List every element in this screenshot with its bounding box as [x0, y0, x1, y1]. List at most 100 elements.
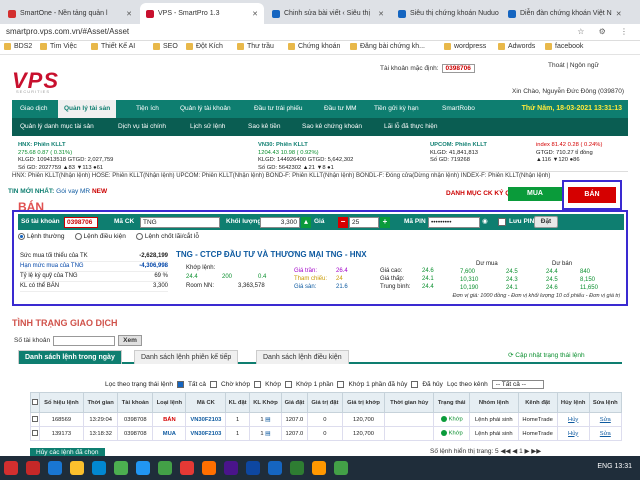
news-link[interactable]: Gói vay MR: [56, 188, 90, 195]
bookmark-item[interactable]: wordpress: [444, 43, 486, 50]
default-account-value[interactable]: 0398706: [441, 64, 475, 73]
eye-icon[interactable]: ◉: [482, 214, 488, 230]
submenu-sao-ke-ck[interactable]: Sao kê chứng khoán: [302, 118, 362, 136]
app-icon[interactable]: [290, 461, 304, 475]
folder-icon: [91, 43, 98, 50]
bookmark-item[interactable]: Thư trầu: [237, 43, 274, 50]
submenu-lai-lo[interactable]: Lãi lỗ đã thực hiện: [384, 118, 438, 136]
detail-icon[interactable]: ▤: [264, 417, 270, 423]
app-icon[interactable]: [334, 461, 348, 475]
menu-tien-ich[interactable]: Tiện ích: [130, 100, 165, 118]
quantity-up-icon[interactable]: ▴: [301, 217, 311, 228]
radio-lenh-thuong[interactable]: Lệnh thường: [18, 233, 65, 240]
price-input[interactable]: 25: [349, 217, 379, 228]
app-icon[interactable]: [26, 461, 40, 475]
close-icon[interactable]: ✕: [248, 10, 258, 18]
submenu-lich-su-lenh[interactable]: Lịch sử lệnh: [190, 118, 225, 136]
place-order-button[interactable]: Đặt: [534, 216, 558, 228]
tab-today-orders[interactable]: Danh sách lệnh trong ngày: [18, 350, 122, 364]
menu-quan-ly-tai-khoan[interactable]: Quản lý tài khoản: [174, 100, 237, 118]
filter-matched-checkbox[interactable]: [254, 381, 262, 388]
menu-quan-ly-tai-san[interactable]: Quản lý tài sản: [58, 100, 117, 118]
folder-icon[interactable]: [70, 461, 84, 475]
toolbar-icons[interactable]: ☆ ⚙ ⋮: [577, 27, 634, 36]
price-decrease-button[interactable]: −: [338, 217, 348, 228]
app-icon[interactable]: [92, 461, 106, 475]
app-icon[interactable]: [136, 461, 150, 475]
system-tray[interactable]: ENG 13:31: [597, 463, 632, 470]
edit-order-link[interactable]: Sửa: [600, 417, 611, 423]
close-icon[interactable]: ✕: [612, 10, 622, 18]
filter-partial-cancel-checkbox[interactable]: [337, 381, 345, 388]
menu-tien-gui-ky-han[interactable]: Tiền gửi kỳ hạn: [368, 100, 425, 118]
close-icon[interactable]: ✕: [122, 10, 132, 18]
radio-chot-lai[interactable]: Lệnh chốt lãi/cắt lỗ: [135, 233, 199, 240]
bookmark-item[interactable]: Thiết Kế AI: [91, 43, 135, 50]
cancel-order-link[interactable]: Hủy: [568, 417, 578, 423]
app-icon[interactable]: [4, 461, 18, 475]
detail-icon[interactable]: ▤: [264, 431, 270, 437]
pin-input[interactable]: •••••••••: [428, 217, 480, 228]
tab-conditional-orders[interactable]: Danh sách lệnh điều kiện: [256, 350, 349, 364]
refresh-status-link[interactable]: ⟳ Cập nhật trạng thái lệnh: [508, 351, 585, 359]
avg-price: 24.4: [422, 284, 434, 290]
bookmark-item[interactable]: Đăng bài chứng kh...: [350, 43, 425, 50]
app-icon[interactable]: [312, 461, 326, 475]
row-checkbox[interactable]: [31, 429, 38, 436]
bookmark-item[interactable]: BDS2: [4, 43, 32, 50]
view-button[interactable]: Xem: [118, 335, 142, 346]
buy-tab-button[interactable]: MUA: [508, 187, 562, 201]
chrome-icon[interactable]: [114, 461, 128, 475]
filter-partial-checkbox[interactable]: [284, 381, 292, 388]
cancel-order-link[interactable]: Hủy: [568, 431, 578, 437]
edit-order-link[interactable]: Sửa: [600, 431, 611, 437]
chrome-icon[interactable]: [158, 461, 172, 475]
menu-smartrobo[interactable]: SmartRobo: [436, 100, 481, 118]
address-bar[interactable]: smartpro.vps.com.vn/#Asset/Asset ☆ ⚙ ⋮: [0, 24, 640, 41]
status-account-input[interactable]: [53, 335, 116, 346]
market-index-strip: HNX: Phiên KLLT 275.68 0.87 ( 0.31%) KLG…: [12, 140, 628, 172]
symbol-input[interactable]: TNG: [140, 217, 220, 228]
select-all-checkbox[interactable]: [31, 398, 38, 405]
browser-tab[interactable]: Chinh sửa bài viết ‹ Siêu thị ✕: [266, 3, 390, 24]
row-checkbox[interactable]: [31, 415, 38, 422]
account-input[interactable]: 0398706: [64, 217, 98, 228]
menu-dau-tu-mm[interactable]: Đầu tư MM: [318, 100, 363, 118]
channel-select[interactable]: -- Tất cả --: [491, 380, 544, 389]
bookmark-item[interactable]: Chứng khoán: [288, 43, 340, 50]
premiere-icon[interactable]: [224, 461, 238, 475]
radio-lenh-dieu-kien[interactable]: Lệnh điều kiện: [74, 233, 126, 240]
app-icon[interactable]: [268, 461, 282, 475]
filter-pending-checkbox[interactable]: [210, 381, 218, 388]
bookmark-item[interactable]: SEO: [153, 43, 178, 50]
browser-tab[interactable]: Siêu thị chứng khoán Nuduo✕: [392, 3, 500, 24]
bookmark-item[interactable]: facebook: [545, 43, 583, 50]
bookmark-item[interactable]: Adwords: [498, 43, 535, 50]
save-pin-checkbox[interactable]: [498, 218, 506, 226]
submenu-sao-ke-tien[interactable]: Sao kê tiền: [248, 118, 281, 136]
menu-giao-dich[interactable]: Giao dịch: [14, 100, 53, 118]
browser-tab-active[interactable]: VPS - SmartPro 1.3 ✕: [140, 3, 264, 24]
price-increase-button[interactable]: +: [380, 217, 390, 228]
browser-tab[interactable]: Diễn đàn chứng khoán Việt N ✕: [502, 3, 626, 24]
browser-tab[interactable]: SmartOne - Nền tảng quản l ✕: [2, 3, 138, 24]
sell-tab-button[interactable]: BÁN: [568, 187, 616, 203]
bookmark-item[interactable]: Tim Việc: [40, 43, 77, 50]
submenu-danh-muc[interactable]: Quản lý danh mục tài sản: [20, 118, 94, 136]
filter-cancelled-checkbox[interactable]: [411, 381, 419, 388]
tab-next-session-orders[interactable]: Danh sách lệnh phiên kế tiếp: [134, 350, 239, 364]
bookmark-item[interactable]: Đột Kích: [186, 43, 223, 50]
menu-dau-tu-trai-phieu[interactable]: Đầu tư trái phiếu: [248, 100, 308, 118]
close-icon[interactable]: ✕: [499, 10, 500, 18]
url-text[interactable]: smartpro.vps.com.vn/#Asset/Asset: [6, 27, 129, 36]
photoshop-icon[interactable]: [246, 461, 260, 475]
app-icon[interactable]: [48, 461, 62, 475]
quantity-input[interactable]: 3,300: [260, 217, 300, 228]
header-links[interactable]: Thoát | Ngôn ngữ: [548, 62, 599, 69]
filter-all-checkbox[interactable]: [176, 381, 184, 388]
illustrator-icon[interactable]: [202, 461, 216, 475]
pagination[interactable]: Số lệnh hiển thị trang: 5 ◀◀ ◀ 1 ▶ ▶▶: [430, 447, 541, 455]
app-icon[interactable]: [180, 461, 194, 475]
close-icon[interactable]: ✕: [374, 10, 384, 18]
submenu-dich-vu-tai-chinh[interactable]: Dịch vụ tài chính: [118, 118, 166, 136]
